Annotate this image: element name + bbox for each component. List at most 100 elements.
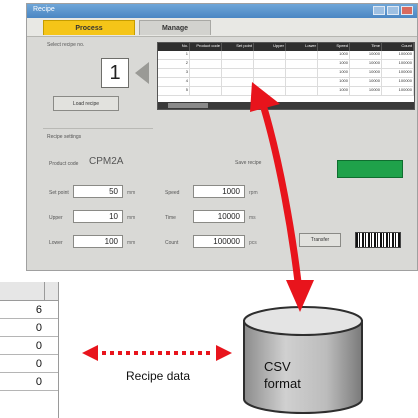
table-header-cell: Count [382,43,414,51]
table-cell: 3 [158,69,190,77]
table-cell [254,51,286,59]
maximize-button[interactable] [387,6,399,15]
csv-label-line1: CSV [264,359,291,374]
table-cell [254,69,286,77]
table-cell: 100000 [382,87,414,95]
tab-strip: Process Manage [27,18,417,37]
arrowhead-down [286,280,314,312]
tab-process[interactable]: Process [43,20,135,35]
table-cell: 10000 [350,51,382,59]
product-code-value[interactable]: CPM2A [85,156,145,169]
table-cell: 5 [158,87,190,95]
table-header-cell: Speed [318,43,350,51]
table-cell: 2 [158,60,190,68]
table-cell: 10000 [350,69,382,77]
csv-format-label: CSV format [264,358,301,392]
table-cell: 100000 [382,69,414,77]
tab-manage[interactable]: Manage [139,20,211,35]
table-cell [190,87,222,95]
table-cell: 100000 [382,78,414,86]
table-cell [190,51,222,59]
lower-unit: mm [127,240,136,246]
table-header-cell: No. [158,43,190,51]
table-cell: 10000 [350,60,382,68]
table-cell [254,60,286,68]
table-cell: 4 [158,78,190,86]
recipe-no-display[interactable]: 1 [101,58,129,88]
dotted-bidirectional-arrow [82,345,232,361]
spreadsheet-header [0,282,58,301]
recipe-table-header: No. Product code Set point Upper Lower S… [158,43,414,51]
database-cylinder-icon [243,306,363,414]
figure: Recipe Process Manage Select recipe no. … [0,0,418,418]
barcode-icon [355,232,401,248]
table-cell [190,78,222,86]
spreadsheet-cell: 6 [35,304,42,316]
table-cell [190,69,222,77]
table-header-cell: Time [350,43,382,51]
divider [43,128,153,129]
window-title: Recipe [33,6,55,13]
spreadsheet-cell: 0 [35,358,42,370]
setpoint-input[interactable]: 50 [73,185,123,198]
spreadsheet-row: 0 [0,373,58,391]
title-bar: Recipe [27,4,417,18]
table-cell: 100000 [382,60,414,68]
transfer-action-button[interactable] [337,160,403,178]
arrowhead-right [216,345,232,361]
spreadsheet-cell: 0 [35,340,42,352]
spreadsheet-fragment: 6 0 0 0 0 [0,282,59,418]
table-cell: 1000 [318,60,350,68]
upper-unit: mm [127,215,136,221]
table-cell: 100000 [382,51,414,59]
time-label: Time [165,215,176,221]
csv-label-line2: format [264,376,301,391]
table-row[interactable]: 3 1000 10000 100000 [158,69,414,78]
table-cell: 1000 [318,69,350,77]
table-cell [222,69,254,77]
table-row[interactable]: 2 1000 10000 100000 [158,60,414,69]
table-cell [190,60,222,68]
table-cell [222,60,254,68]
recipe-data-caption: Recipe data [126,369,191,383]
upper-label: Upper [49,215,63,221]
table-row[interactable]: 1 1000 10000 100000 [158,51,414,60]
spreadsheet-row: 6 [0,301,58,319]
spreadsheet-row: 0 [0,337,58,355]
table-header-cell: Product code [190,43,222,51]
table-cell [286,60,318,68]
table-cell: 1 [158,51,190,59]
table-cell: 1000 [318,51,350,59]
lower-input[interactable]: 100 [73,235,123,248]
recipe-no-label: Select recipe no. [47,42,85,48]
table-header-cell: Lower [286,43,318,51]
table-cell: 10000 [350,87,382,95]
red-bidirectional-arrow [250,82,314,312]
arrowhead-left [82,345,98,361]
arrow-shaft [260,104,302,286]
speed-label: Speed [165,190,180,196]
column-divider [44,282,45,300]
spreadsheet-row: 0 [0,355,58,373]
arrow-left-icon [135,62,149,84]
close-button[interactable] [401,6,413,15]
upper-input[interactable]: 10 [73,210,123,223]
table-cell [286,51,318,59]
spreadsheet-row: 0 [0,319,58,337]
product-code-label: Product code [49,161,79,167]
arrowhead-up [250,82,280,112]
load-recipe-button[interactable]: Load recipe [53,96,119,111]
window-controls [373,6,413,15]
table-cell [222,51,254,59]
setpoint-unit: mm [127,190,136,196]
scrollbar-thumb[interactable] [168,103,208,108]
settings-group-label: Recipe settings [47,134,82,140]
table-cell [286,69,318,77]
recipe-app-window: Recipe Process Manage Select recipe no. … [26,3,418,271]
minimize-button[interactable] [373,6,385,15]
setpoint-label: Set point [49,190,69,196]
lower-label: Lower [49,240,63,246]
count-label: Count [165,240,179,246]
spreadsheet-cell: 0 [35,322,42,334]
table-cell: 10000 [350,78,382,86]
